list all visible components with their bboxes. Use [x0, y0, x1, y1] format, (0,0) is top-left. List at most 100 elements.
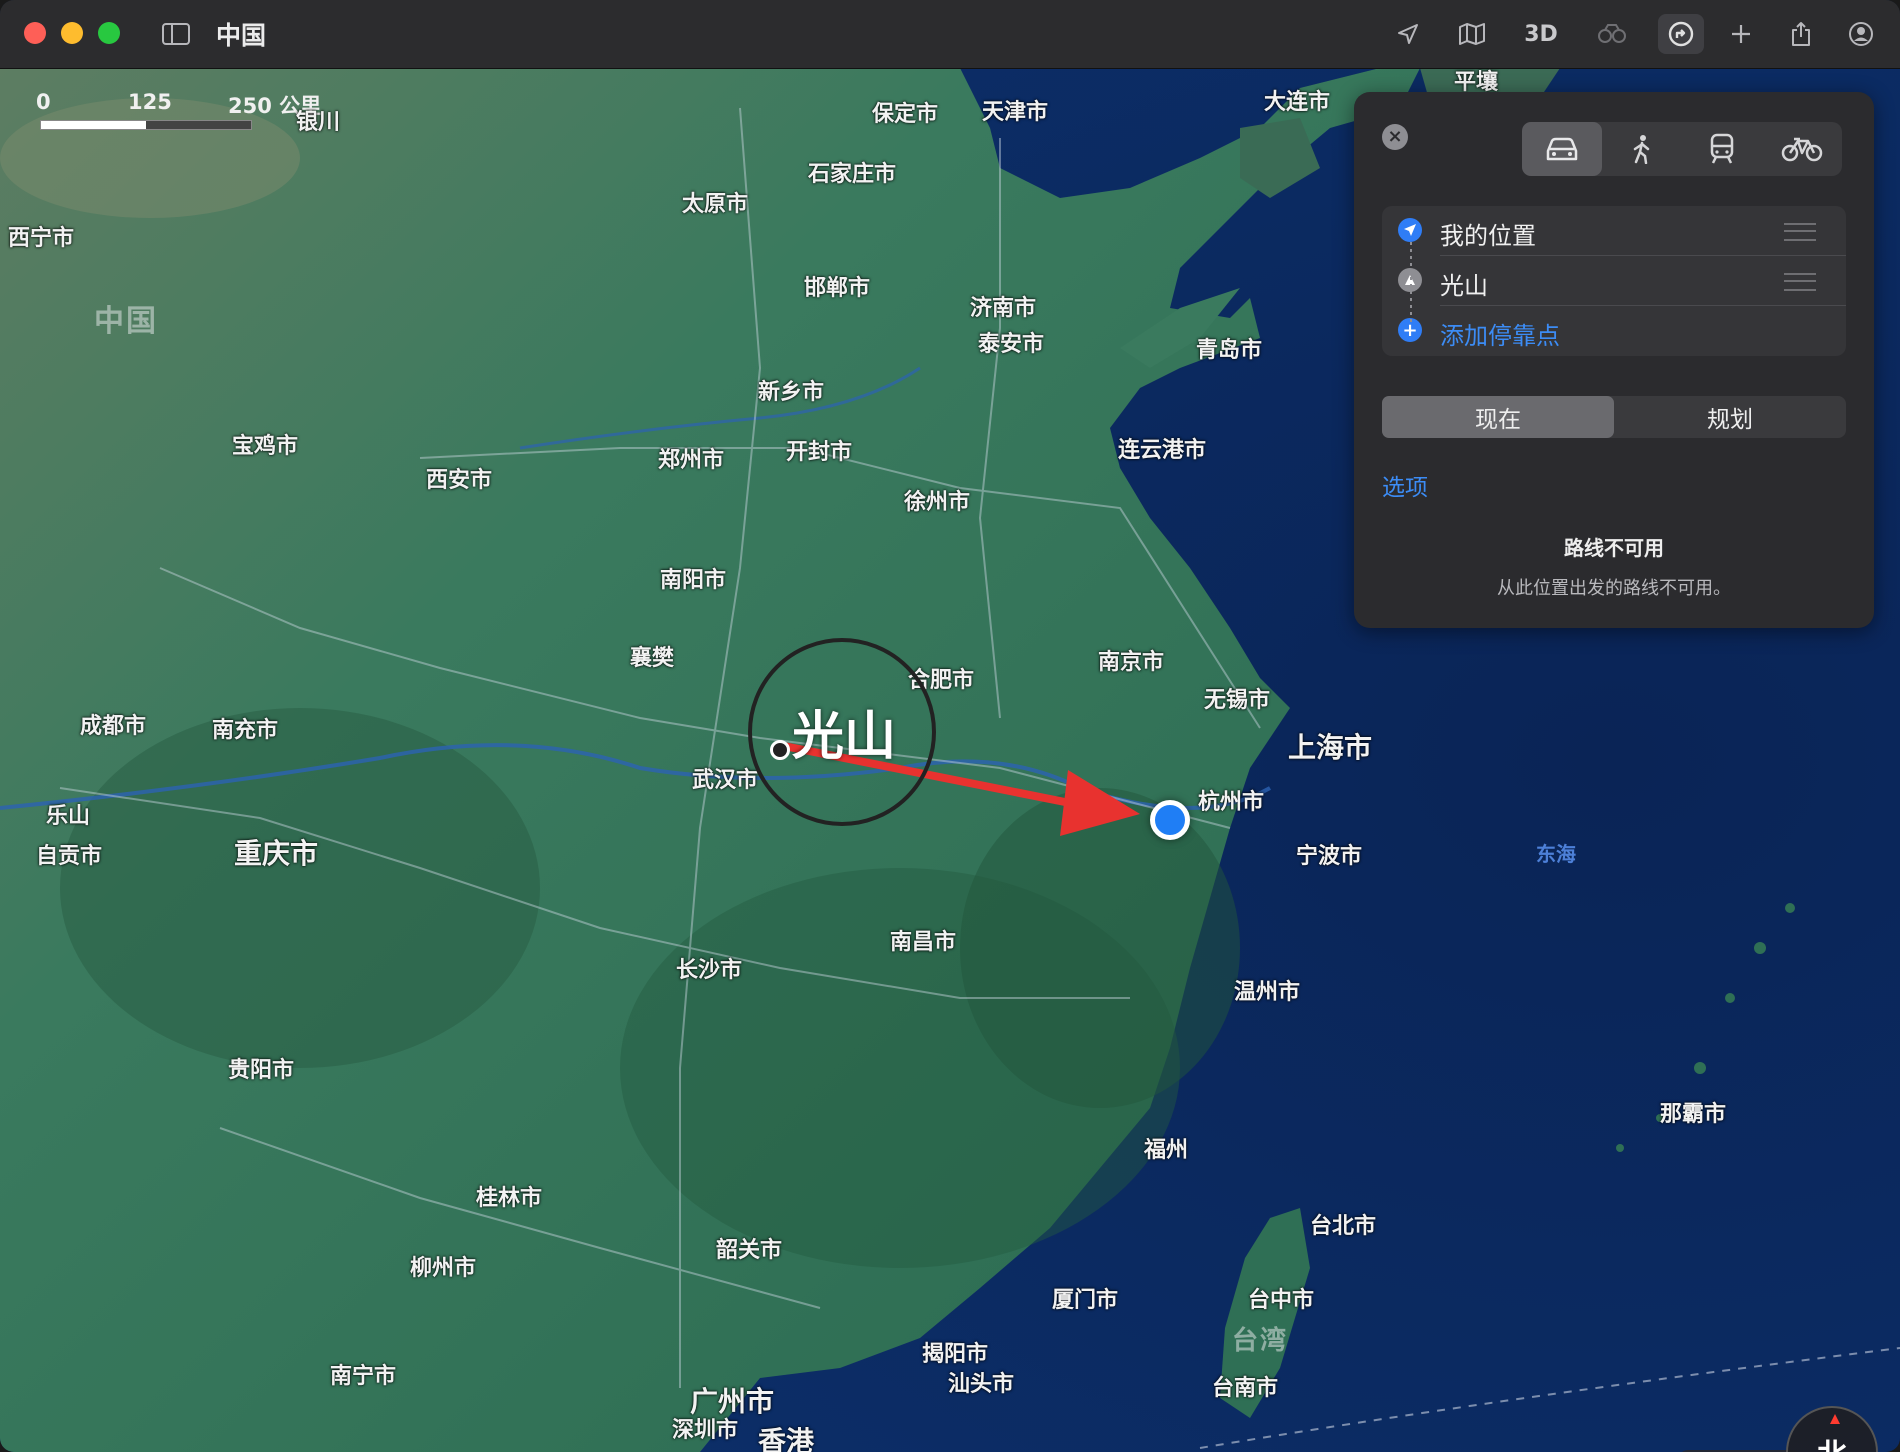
- title-bar: 中国 3D: [0, 0, 1900, 69]
- destination-pin[interactable]: [770, 740, 790, 760]
- mode-drive[interactable]: [1522, 122, 1602, 176]
- city-label[interactable]: 自贡市: [36, 838, 102, 870]
- city-label[interactable]: 深圳市: [672, 1412, 738, 1444]
- city-label[interactable]: 保定市: [872, 96, 938, 128]
- stop-destination[interactable]: 光山: [1382, 256, 1846, 306]
- sidebar-toggle-button[interactable]: [158, 14, 194, 54]
- minimize-window-button[interactable]: [61, 22, 83, 44]
- city-label[interactable]: 开封市: [786, 434, 852, 466]
- city-label[interactable]: 无锡市: [1204, 682, 1270, 714]
- city-label[interactable]: 长沙市: [676, 952, 742, 984]
- city-label[interactable]: 宝鸡市: [232, 428, 298, 460]
- city-label[interactable]: 新乡市: [758, 374, 824, 406]
- account-icon: [1849, 22, 1873, 46]
- city-label[interactable]: 台南市: [1212, 1370, 1278, 1402]
- account-button[interactable]: [1844, 14, 1878, 54]
- city-label[interactable]: 桂林市: [476, 1180, 542, 1212]
- route-stops-list: 我的位置 光山 + 添加停靠点: [1382, 206, 1846, 356]
- directions-panel: × 我的位置 光山 + 添加停靠点 现在 规划 选项 路线不可用 从此位置出发的…: [1354, 92, 1874, 628]
- transport-mode-selector: [1522, 122, 1842, 176]
- city-label[interactable]: 那霸市: [1660, 1096, 1726, 1128]
- region-label: 中国: [94, 304, 158, 339]
- city-label[interactable]: 台中市: [1248, 1282, 1314, 1314]
- transit-icon: [1710, 133, 1734, 164]
- city-label[interactable]: 济南市: [970, 290, 1036, 322]
- departure-time-toggle: 现在 规划: [1382, 396, 1846, 438]
- city-label[interactable]: 西安市: [426, 462, 492, 494]
- city-label[interactable]: 上海市: [1288, 726, 1372, 766]
- city-label[interactable]: 大连市: [1264, 84, 1330, 116]
- city-label[interactable]: 宁波市: [1296, 838, 1362, 870]
- city-label[interactable]: 西宁市: [8, 220, 74, 252]
- add-icon: [1732, 25, 1750, 43]
- city-label[interactable]: 太原市: [682, 186, 748, 218]
- city-label[interactable]: 汕头市: [948, 1366, 1014, 1398]
- directions-icon: [1668, 21, 1694, 47]
- window-title: 中国: [216, 21, 267, 50]
- directions-button[interactable]: [1658, 14, 1704, 54]
- view-3d-button[interactable]: 3D: [1516, 14, 1566, 54]
- current-location-marker[interactable]: [1150, 800, 1190, 840]
- bike-icon: [1781, 137, 1823, 162]
- compass-label: 北: [1817, 1430, 1847, 1452]
- car-icon: [1546, 137, 1578, 161]
- options-link[interactable]: 选项: [1382, 468, 1428, 502]
- look-around-button[interactable]: [1592, 14, 1632, 54]
- add-button[interactable]: [1724, 14, 1758, 54]
- city-label[interactable]: 徐州市: [904, 484, 970, 516]
- add-stop-button[interactable]: + 添加停靠点: [1382, 306, 1846, 356]
- north-indicator-icon: [1830, 1414, 1840, 1424]
- city-label[interactable]: 福州: [1144, 1132, 1188, 1164]
- city-label[interactable]: 柳州市: [410, 1250, 476, 1282]
- city-label[interactable]: 成都市: [80, 708, 146, 740]
- maps-window: 中国 3D 0 125 250 公里 中国 东海 保定市 天津市 大连市 平壤 …: [0, 0, 1900, 1452]
- scale-bar: [40, 120, 252, 130]
- stop-origin[interactable]: 我的位置: [1382, 206, 1846, 256]
- city-label[interactable]: 南充市: [212, 712, 278, 744]
- city-label[interactable]: 南宁市: [330, 1358, 396, 1390]
- city-label[interactable]: 杭州市: [1198, 784, 1264, 816]
- city-label[interactable]: 乐山: [46, 798, 90, 830]
- reorder-handle-icon[interactable]: [1784, 223, 1816, 241]
- city-label[interactable]: 天津市: [982, 94, 1048, 126]
- city-label[interactable]: 韶关市: [716, 1232, 782, 1264]
- city-label[interactable]: 武汉市: [692, 762, 758, 794]
- share-icon: [1792, 22, 1810, 46]
- close-window-button[interactable]: [24, 22, 46, 44]
- city-label[interactable]: 石家庄市: [808, 156, 896, 188]
- zoom-window-button[interactable]: [98, 22, 120, 44]
- close-directions-button[interactable]: ×: [1382, 124, 1408, 150]
- current-location-button[interactable]: [1390, 14, 1426, 54]
- city-label[interactable]: 泰安市: [978, 326, 1044, 358]
- city-label[interactable]: 邯郸市: [804, 270, 870, 302]
- mode-walk[interactable]: [1602, 122, 1682, 176]
- city-label[interactable]: 香港: [758, 1420, 814, 1452]
- city-label[interactable]: 南阳市: [660, 562, 726, 594]
- share-button[interactable]: [1784, 14, 1818, 54]
- city-label[interactable]: 南昌市: [890, 924, 956, 956]
- city-label[interactable]: 贵阳市: [228, 1052, 294, 1084]
- city-label[interactable]: 重庆市: [234, 832, 318, 872]
- look-around-icon: [1598, 24, 1626, 43]
- city-label[interactable]: 郑州市: [658, 442, 724, 474]
- map-mode-button[interactable]: [1452, 14, 1492, 54]
- city-label[interactable]: 南京市: [1098, 644, 1164, 676]
- city-label[interactable]: 台北市: [1310, 1208, 1376, 1240]
- city-label[interactable]: 温州市: [1234, 974, 1300, 1006]
- city-label[interactable]: 银川: [296, 104, 340, 136]
- destination-label[interactable]: 光山: [792, 694, 896, 769]
- city-label[interactable]: 厦门市: [1052, 1282, 1118, 1314]
- tab-plan[interactable]: 规划: [1614, 396, 1846, 438]
- city-label[interactable]: 青岛市: [1196, 332, 1262, 364]
- location-arrow-icon: [1398, 24, 1418, 44]
- tab-now[interactable]: 现在: [1382, 396, 1614, 438]
- mode-cycle[interactable]: [1762, 122, 1842, 176]
- city-label[interactable]: 连云港市: [1118, 432, 1206, 464]
- mode-transit[interactable]: [1682, 122, 1762, 176]
- city-label[interactable]: 揭阳市: [922, 1336, 988, 1368]
- route-unavailable-message: 从此位置出发的路线不可用。: [1497, 578, 1731, 599]
- route-connector: [1410, 242, 1412, 322]
- reorder-handle-icon[interactable]: [1784, 273, 1816, 291]
- stop-label: 光山: [1440, 272, 1488, 300]
- city-label[interactable]: 襄樊: [630, 640, 674, 672]
